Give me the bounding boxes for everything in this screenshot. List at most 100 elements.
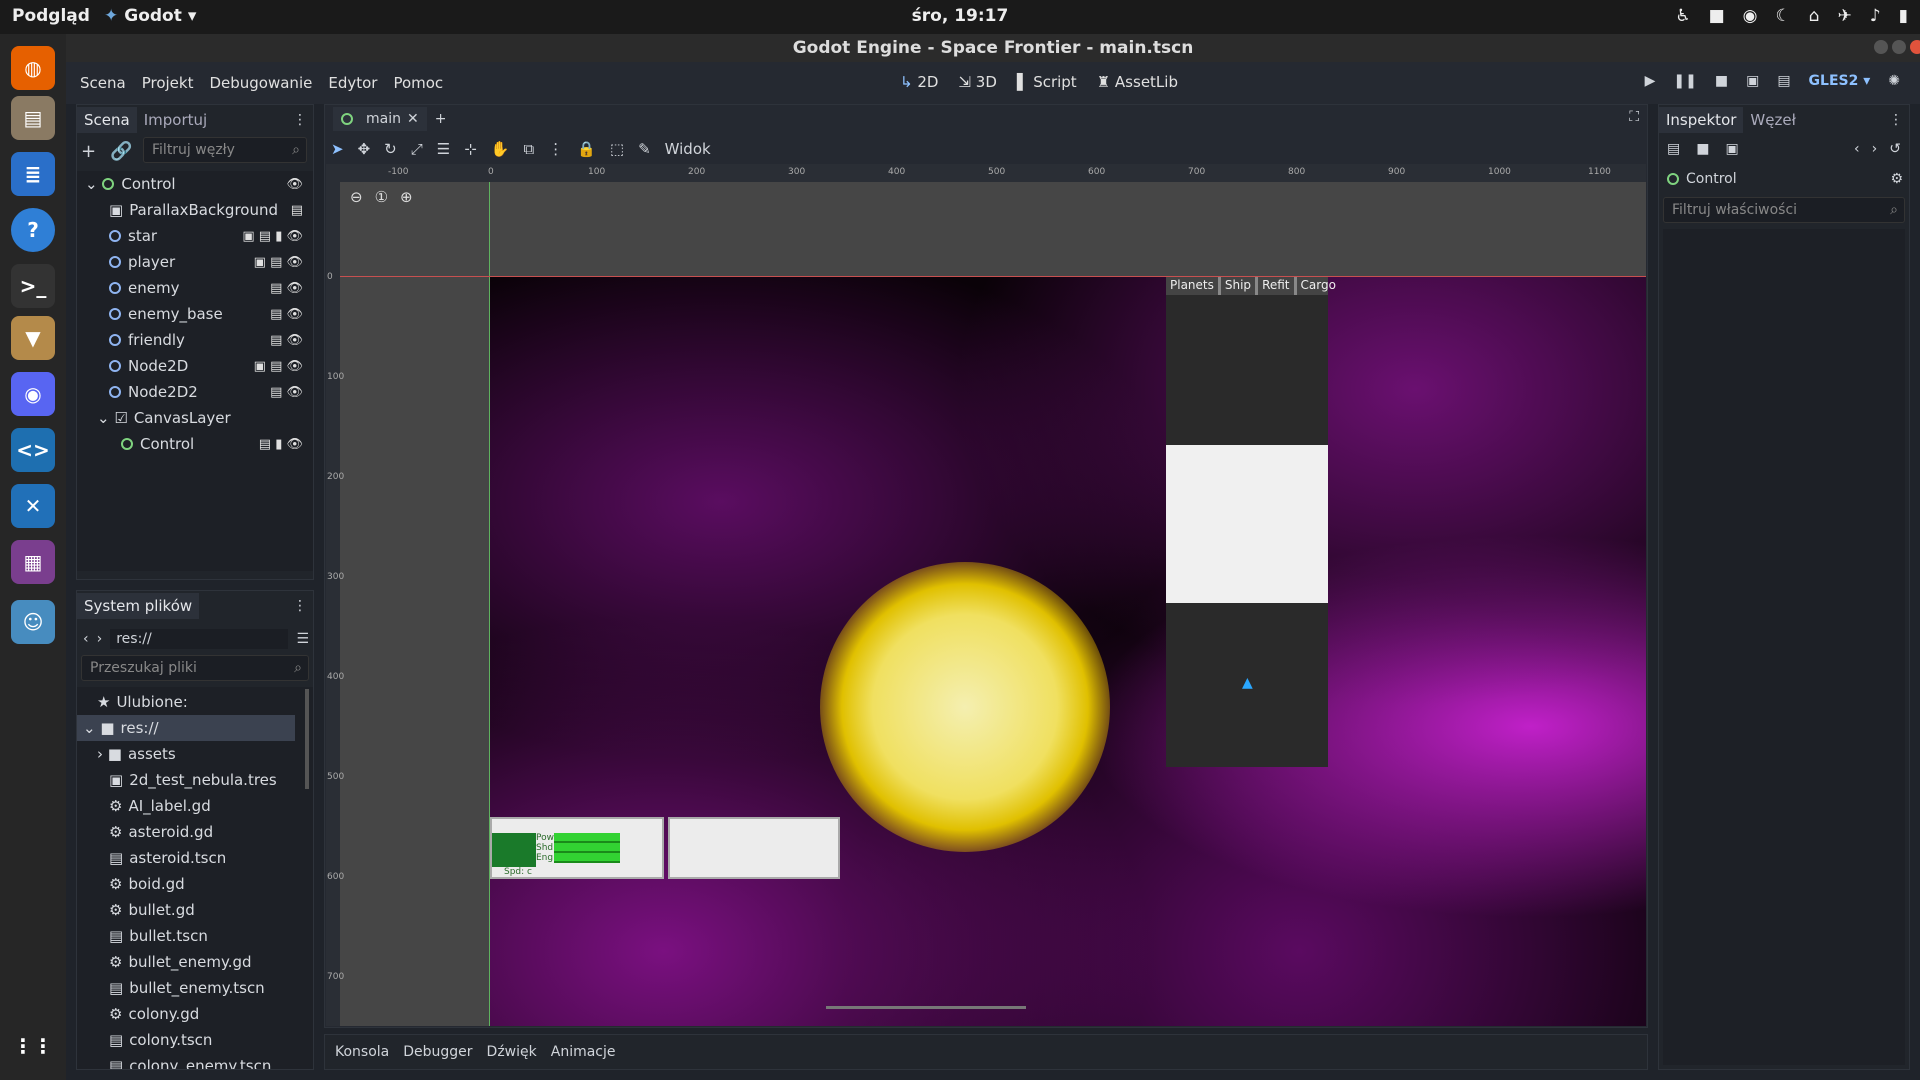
zoom-out-icon[interactable]: ⊖ [350,188,363,206]
night-light-icon[interactable]: ☾ [1775,6,1790,26]
terminal-icon[interactable]: >_ [11,264,55,308]
new-resource-icon[interactable]: ▤ [1667,141,1680,157]
tree-node-control-child[interactable]: Control ▤ ▮ 👁 [77,431,313,457]
scene-icon[interactable]: ▤ [291,203,303,218]
file-item[interactable]: ⚙ boid.gd [77,871,313,897]
game-tab-cargo[interactable]: Cargo [1293,277,1340,295]
tree-node-node2d[interactable]: Node2D ▣ ▤ 👁 [77,353,313,379]
close-icon[interactable] [1910,40,1920,54]
tab-animation[interactable]: Animacje [551,1044,616,1060]
video-icon[interactable]: ▦ [11,540,55,584]
node-actions[interactable]: ▣ ▤ ▮ 👁 [242,229,303,244]
network-icon[interactable]: ⌂ [1809,6,1820,26]
activities-label[interactable]: Podgląd [12,6,90,26]
discord-icon[interactable]: ◉ [1743,6,1758,26]
firefox-icon[interactable]: ◍ [11,46,55,90]
object-menu-icon[interactable]: ⚙ [1890,171,1903,187]
res-root-item[interactable]: ⌄ ■ res:// [77,715,295,741]
tree-node-control-root[interactable]: ⌄ Control 👁 [77,171,313,197]
snap-icon[interactable]: ⧉ [523,140,534,158]
file-item[interactable]: ▤ colony_enemy.tscn [77,1053,313,1069]
expand-arrow-icon[interactable]: ⌄ [85,175,98,193]
tab-scene[interactable]: Scena [77,107,137,133]
dock-menu-icon[interactable]: ⋮ [293,112,307,128]
forward-icon[interactable]: › [1872,141,1878,157]
visibility-icon[interactable]: 👁 [286,177,303,192]
minimize-icon[interactable] [1874,40,1888,54]
snap-options-icon[interactable]: ⋮ [548,140,563,158]
link-icon[interactable]: 🔗 [110,141,132,162]
show-apps-icon[interactable]: ⋮⋮ [11,1024,55,1068]
select-tool-icon[interactable]: ➤ [331,140,344,158]
lock-icon[interactable]: 🔒 [577,140,596,158]
mode-assetlib-button[interactable]: ♜ AssetLib [1097,73,1178,91]
mode-script-button[interactable]: ▌ Script [1017,73,1077,91]
tab-audio[interactable]: Dźwięk [487,1044,537,1060]
node-actions[interactable]: ▤ 👁 [270,281,303,296]
mode-2d-button[interactable]: ↳ 2D [900,73,938,91]
file-search-input[interactable]: Przeszukaj pliki ⌕ [81,655,309,681]
file-item[interactable]: ⚙ bullet.gd [77,897,313,923]
tree-node-enemy[interactable]: enemy ▤ 👁 [77,275,313,301]
list-select-icon[interactable]: ☰ [437,140,450,158]
play-icon[interactable]: ▶ [1645,73,1656,89]
maximize-icon[interactable] [1892,40,1906,54]
forward-icon[interactable]: › [97,631,103,647]
node-actions[interactable]: ▤ 👁 [270,385,303,400]
distraction-free-icon[interactable]: ⛶ [1629,109,1639,125]
save-icon[interactable]: ▣ [1725,141,1738,157]
back-icon[interactable]: ‹ [83,631,89,647]
dock-menu-icon[interactable]: ⋮ [293,598,307,614]
view-menu[interactable]: Widok [665,140,711,158]
scene-tab-main[interactable]: main ✕ [333,107,427,131]
game-tab-planets[interactable]: Planets [1166,277,1218,295]
help-icon[interactable]: ? [11,208,55,252]
tab-import[interactable]: Importuj [137,107,214,133]
tree-node-star[interactable]: star ▣ ▤ ▮ 👁 [77,223,313,249]
file-item[interactable]: ▤ colony.tscn [77,1027,313,1053]
tab-inspector[interactable]: Inspektor [1659,107,1744,133]
writer-icon[interactable]: ≣ [11,152,55,196]
node-actions[interactable]: ▤ 👁 [270,333,303,348]
history-icon[interactable]: ↺ [1889,141,1901,157]
file-item[interactable]: ▣ 2d_test_nebula.tres [77,767,313,793]
file-item[interactable]: ⚙ bullet_enemy.gd [77,949,313,975]
game-tab-refit[interactable]: Refit [1255,277,1293,295]
node-filter-input[interactable]: Filtruj węzły ⌕ [143,137,307,163]
app-menu[interactable]: ✦ Godot ▾ [104,6,196,26]
tree-node-canvaslayer[interactable]: ⌄ ☑ CanvasLayer [77,405,313,431]
godot-dock-icon[interactable]: ☺ [11,600,55,644]
system-tray[interactable]: ♿ ■ ◉ ☾ ⌂ ✈ ♪ ▮ [1675,6,1908,26]
pan-tool-icon[interactable]: ✋ [491,140,510,158]
battery-icon[interactable]: ▮ [1899,6,1908,26]
list-view-icon[interactable]: ☰ [296,631,309,647]
zoom-reset-icon[interactable]: ① [375,188,388,206]
volume-icon[interactable]: ♪ [1870,6,1881,26]
tree-node-friendly[interactable]: friendly ▤ 👁 [77,327,313,353]
tab-console[interactable]: Konsola [335,1044,389,1060]
tab-node[interactable]: Węzeł [1743,107,1802,133]
file-item[interactable]: ▤ bullet.tscn [77,923,313,949]
file-item[interactable]: ⚙ asteroid.gd [77,819,313,845]
airplane-icon[interactable]: ✈ [1838,6,1852,26]
vscode-icon[interactable]: ✕ [11,484,55,528]
add-node-icon[interactable]: + [81,141,96,162]
files-icon[interactable]: ▤ [11,96,55,140]
code-editor-icon[interactable]: <> [11,428,55,472]
scale-tool-icon[interactable]: ⤢ [411,140,423,158]
bone-icon[interactable]: ✎ [638,140,651,158]
property-filter-input[interactable]: Filtruj właściwości ⌕ [1663,197,1905,223]
tab-filesystem[interactable]: System plików [77,593,200,619]
tab-debugger[interactable]: Debugger [403,1044,472,1060]
node-actions[interactable]: ▤ ▮ 👁 [259,437,303,452]
expand-arrow-icon[interactable]: ⌄ [83,719,96,737]
favorites-item[interactable]: ★ Ulubione: [77,689,313,715]
play-scene-icon[interactable]: ▣ [1746,73,1759,89]
tree-node-enemy-base[interactable]: enemy_base ▤ 👁 [77,301,313,327]
move-tool-icon[interactable]: ✥ [358,140,371,158]
file-item[interactable]: ⚙ colony.gd [77,1001,313,1027]
mode-3d-button[interactable]: ⇲ 3D [958,73,996,91]
node-actions[interactable]: ▣ ▤ 👁 [254,359,303,374]
menu-project[interactable]: Projekt [134,74,202,92]
dock-menu-icon[interactable]: ⋮ [1889,112,1903,128]
